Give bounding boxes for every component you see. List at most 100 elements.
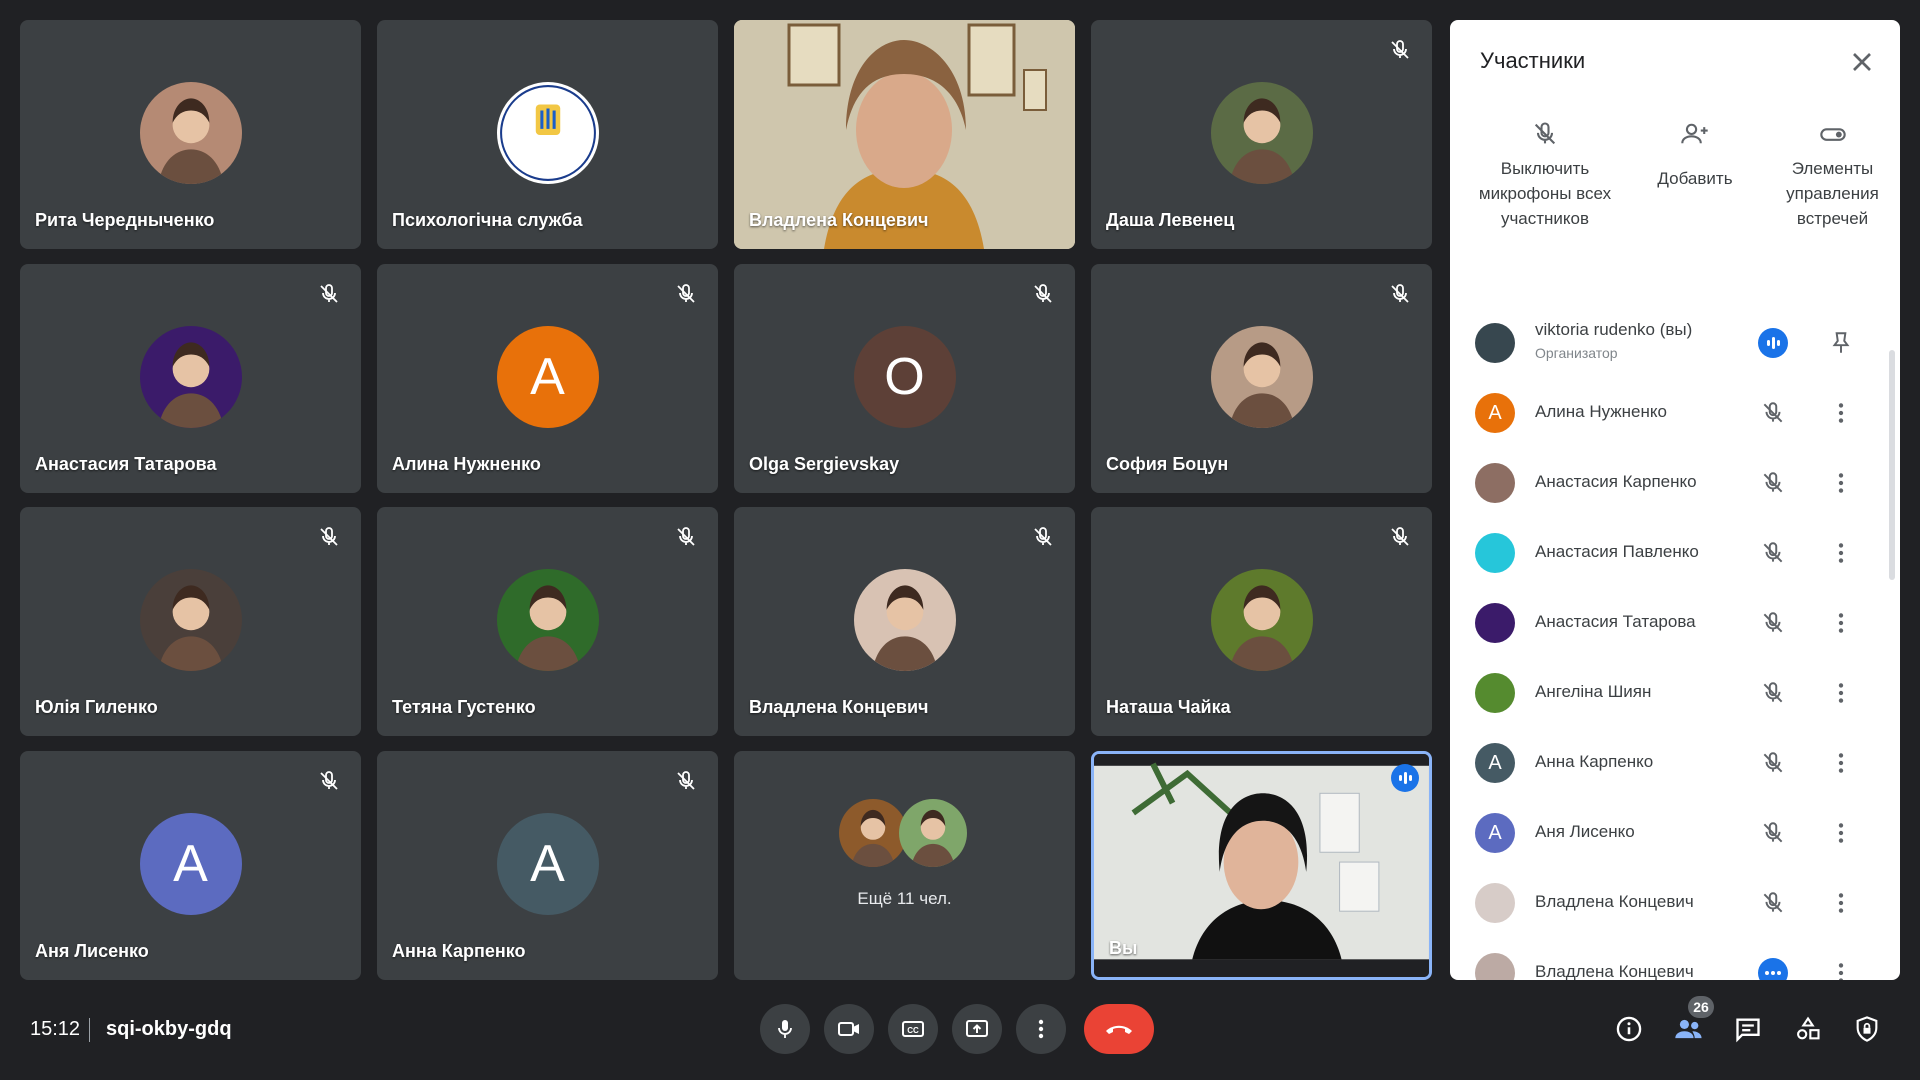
participant-row[interactable]: Анастасия Татарова <box>1450 588 1880 658</box>
mic-off-icon <box>1031 525 1055 549</box>
more-vert-icon[interactable] <box>1828 680 1854 706</box>
host-controls-button[interactable]: Элементы управления встречей <box>1770 120 1895 231</box>
mic-off-icon <box>674 525 698 549</box>
add-people-button[interactable]: Добавить <box>1640 120 1750 191</box>
avatar <box>1475 883 1515 923</box>
participant-tile[interactable]: A Анна Карпенко <box>377 750 718 980</box>
end-call-button[interactable] <box>1084 1004 1154 1054</box>
pin-icon[interactable] <box>1828 330 1854 356</box>
participant-tile[interactable]: Владлена Концевич <box>734 20 1075 249</box>
participant-tile[interactable]: Психологічна служба <box>377 20 718 249</box>
participant-name: Алина Нужненко <box>392 453 541 474</box>
participant-row[interactable]: A Алина Нужненко <box>1450 378 1880 448</box>
activities-button[interactable] <box>1791 1012 1825 1046</box>
mute-all-button[interactable]: Выключить микрофоны всех участников <box>1470 120 1620 231</box>
participant-name: Анна Карпенко <box>1535 752 1654 771</box>
participant-tile[interactable]: A Аня Лисенко <box>20 750 361 980</box>
self-video-feed <box>1094 753 1429 977</box>
mic-off-icon <box>1031 282 1055 306</box>
avatar: A <box>1475 393 1515 433</box>
avatar: A <box>1475 743 1515 783</box>
avatar <box>1475 953 1515 980</box>
mic-off-icon[interactable] <box>1760 820 1786 846</box>
participant-name: Аня Лисенко <box>1535 822 1635 841</box>
avatar <box>1210 325 1313 428</box>
participant-tile[interactable]: Юлія Гиленко <box>20 507 361 737</box>
participant-tile[interactable]: Владлена Концевич <box>734 507 1075 737</box>
host-safety-button[interactable] <box>1850 1012 1884 1046</box>
participant-row[interactable]: Анастасия Павленко <box>1450 518 1880 588</box>
participant-tile[interactable]: A Алина Нужненко <box>377 263 718 493</box>
mic-off-icon[interactable] <box>1760 540 1786 566</box>
speaking-indicator <box>1758 328 1788 358</box>
mic-off-icon[interactable] <box>1760 470 1786 496</box>
participant-name: Анастасия Карпенко <box>1535 472 1697 491</box>
participant-tile[interactable]: Ещё 11 чел. <box>734 750 1075 980</box>
participant-tile[interactable]: Наташа Чайка <box>1091 507 1432 737</box>
avatar <box>1475 603 1515 643</box>
mic-off-icon[interactable] <box>1760 400 1786 426</box>
hangup-icon <box>1106 1025 1132 1034</box>
speaking-indicator <box>1391 763 1419 792</box>
scrollbar[interactable] <box>1889 350 1895 580</box>
captions-button[interactable]: CC <box>888 1004 938 1054</box>
more-vert-icon[interactable] <box>1828 400 1854 426</box>
more-vert-icon[interactable] <box>1828 470 1854 496</box>
mic-off-icon[interactable] <box>1760 610 1786 636</box>
present-icon <box>966 1020 988 1037</box>
participant-row[interactable]: Ангеліна Шиян <box>1450 658 1880 728</box>
camera-icon <box>838 1022 859 1036</box>
mic-off-icon <box>1388 38 1412 62</box>
shield-lock-icon <box>1856 1016 1878 1042</box>
more-vert-icon[interactable] <box>1828 960 1854 980</box>
mic-off-icon <box>1388 282 1412 306</box>
avatar <box>139 569 242 672</box>
mic-off-icon <box>317 769 341 793</box>
participant-tile[interactable]: Рита Чередныченко <box>20 20 361 249</box>
mic-off-icon[interactable] <box>1760 680 1786 706</box>
participant-row[interactable]: Владлена Концевич <box>1450 938 1880 980</box>
camera-button[interactable] <box>824 1004 874 1054</box>
avatar: A <box>139 812 242 915</box>
avatar-letter: O <box>884 347 925 406</box>
present-button[interactable] <box>952 1004 1002 1054</box>
more-vert-icon[interactable] <box>1828 820 1854 846</box>
participant-name: Даша Левенец <box>1106 210 1235 230</box>
more-vert-icon[interactable] <box>1828 610 1854 636</box>
avatar: A <box>1475 813 1515 853</box>
close-icon[interactable] <box>1846 46 1878 78</box>
participant-row[interactable]: A Аня Лисенко <box>1450 798 1880 868</box>
participant-name: Психологічна служба <box>392 210 583 230</box>
more-options-button[interactable] <box>1016 1004 1066 1054</box>
avatar <box>853 569 956 672</box>
participant-tile[interactable]: Даша Левенец <box>1091 20 1432 249</box>
participant-tile[interactable]: Тетяна Густенко <box>377 507 718 737</box>
panel-actions: Выключить микрофоны всех участников Доба… <box>1450 120 1900 290</box>
avatar <box>1210 569 1313 672</box>
mic-button[interactable] <box>760 1004 810 1054</box>
participant-role: Организатор <box>1535 345 1618 361</box>
participant-row[interactable]: A Анна Карпенко <box>1450 728 1880 798</box>
participant-tile[interactable]: O Olga Sergievskay <box>734 263 1075 493</box>
info-button[interactable] <box>1612 1012 1646 1046</box>
mic-off-icon[interactable] <box>1760 890 1786 916</box>
more-vert-icon[interactable] <box>1828 750 1854 776</box>
participant-row[interactable]: viktoria rudenko (вы) Организатор <box>1450 308 1880 378</box>
avatar <box>898 798 967 867</box>
participant-tile[interactable]: Вы <box>1091 750 1432 980</box>
meeting-code[interactable]: sqi-okby-gdq <box>106 1018 232 1041</box>
participant-name: Алина Нужненко <box>1535 402 1667 421</box>
participant-row[interactable]: Анастасия Карпенко <box>1450 448 1880 518</box>
participant-tile[interactable]: София Боцун <box>1091 263 1432 493</box>
mic-icon <box>778 1020 792 1038</box>
participant-row[interactable]: Владлена Концевич <box>1450 868 1880 938</box>
avatar: O <box>853 325 956 428</box>
chat-icon <box>1736 1018 1760 1043</box>
more-vert-icon[interactable] <box>1828 540 1854 566</box>
mic-off-icon[interactable] <box>1760 750 1786 776</box>
people-icon <box>1675 1019 1702 1039</box>
participant-tile[interactable]: Анастасия Татарова <box>20 263 361 493</box>
participant-name: Анастасия Татарова <box>1535 612 1696 631</box>
chat-button[interactable] <box>1731 1012 1765 1046</box>
more-vert-icon[interactable] <box>1828 890 1854 916</box>
